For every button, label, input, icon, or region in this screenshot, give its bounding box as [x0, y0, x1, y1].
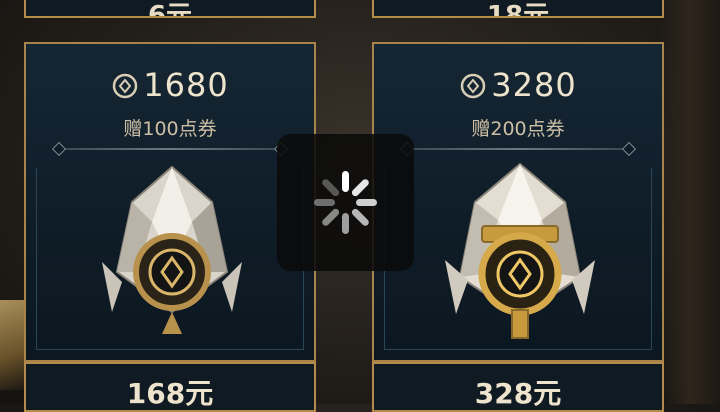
- price-label: 328元: [474, 377, 562, 410]
- crystal-emblem-icon: [102, 165, 242, 334]
- recharge-card-1680[interactable]: 1680 赠100点券: [24, 42, 316, 362]
- price-label: 168元: [126, 377, 214, 410]
- bonus-text: 赠200点券: [471, 118, 565, 140]
- coin-amount: 3280: [374, 66, 662, 104]
- coin-amount: 1680: [26, 66, 314, 104]
- price-button-top-right[interactable]: 18元: [372, 0, 664, 18]
- divider: [60, 148, 280, 150]
- price-label: 18元: [486, 1, 550, 18]
- price-label: 6元: [147, 1, 193, 18]
- coin-value: 1680: [143, 66, 229, 104]
- price-button-168[interactable]: 168元: [24, 362, 316, 412]
- crystal-emblem-gold-icon: [445, 162, 595, 339]
- loading-overlay: [277, 134, 414, 271]
- price-button-top-left[interactable]: 6元: [24, 0, 316, 18]
- coin-value: 3280: [491, 66, 577, 104]
- divider: [408, 148, 628, 150]
- coupon-icon: [113, 73, 138, 99]
- recharge-card-3280[interactable]: 3280 赠200点券: [372, 42, 664, 362]
- bonus-text: 赠100点券: [123, 118, 217, 140]
- price-button-328[interactable]: 328元: [372, 362, 664, 412]
- coupon-icon: [461, 73, 486, 99]
- background-edge: [660, 0, 720, 404]
- spinner-icon: [314, 171, 377, 234]
